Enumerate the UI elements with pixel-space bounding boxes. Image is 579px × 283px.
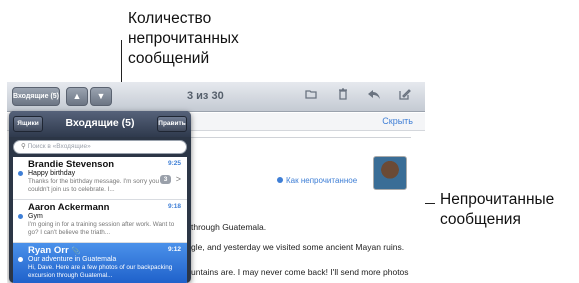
unread-dot-icon: [18, 171, 23, 176]
list-item[interactable]: Brandie Stevenson 9:25 Happy birthday Th…: [13, 157, 187, 200]
message-body-line: untains are. I may never come back! I'll…: [191, 267, 409, 277]
trash-icon[interactable]: [337, 88, 349, 104]
unread-dot-icon: [277, 177, 283, 183]
compose-icon[interactable]: [399, 88, 411, 104]
list-item[interactable]: Aaron Ackermann 9:18 Gym I'm going in fo…: [13, 200, 187, 243]
inbox-popover: Ящики Входящие (5) Править ⚲ Поиск в «Вх…: [9, 111, 191, 283]
sender-name-text: Ryan Orr: [28, 245, 69, 256]
next-message-button[interactable]: ▼: [90, 87, 112, 106]
search-icon: ⚲: [21, 143, 28, 150]
mailboxes-button[interactable]: Ящики: [13, 116, 43, 132]
sender-name: Brandie Stevenson: [28, 159, 115, 170]
chevron-right-icon: >: [175, 174, 181, 184]
mark-unread-link[interactable]: Как непрочитанное: [277, 176, 357, 185]
toolbar: Входящие (5) ▲ ▼ 3 из 30: [7, 82, 425, 112]
popover-title: Входящие (5): [65, 117, 135, 129]
message-subject: Our adventure in Guatemala: [28, 256, 117, 263]
callout-line: Количество: [128, 10, 212, 27]
unread-dot-icon: [18, 214, 23, 219]
sender-name: Ryan Orr 📎: [28, 245, 80, 256]
search-placeholder: Поиск в «Входящие»: [27, 143, 91, 150]
message-list: Brandie Stevenson 9:25 Happy birthday Th…: [13, 157, 187, 283]
message-body-line: gle, and yesterday we visited some ancie…: [191, 242, 405, 252]
message-subject: Gym: [28, 213, 43, 220]
edit-button[interactable]: Править: [157, 116, 187, 132]
folder-move-icon[interactable]: [305, 88, 317, 104]
inbox-button[interactable]: Входящие (5): [12, 87, 60, 106]
ipad-mail-screen: Входящие (5) ▲ ▼ 3 из 30 Скрыть Как непр…: [7, 82, 425, 283]
message-time: 9:25: [167, 160, 181, 167]
message-time: 9:12: [167, 246, 181, 253]
thread-count-badge: 3: [160, 175, 171, 184]
previous-message-button[interactable]: ▲: [66, 87, 88, 106]
callout-line: Непрочитанные: [440, 191, 555, 208]
message-preview: Hi, Dave. Here are a few photos of our b…: [28, 264, 173, 279]
reply-icon[interactable]: [367, 88, 381, 104]
unread-count-callout: Количество непрочитанных сообщений: [128, 9, 239, 69]
sender-avatar: [373, 156, 407, 190]
message-subject: Happy birthday: [28, 170, 76, 177]
message-counter: 3 из 30: [187, 90, 224, 102]
sender-name: Aaron Ackermann: [28, 202, 110, 213]
mark-unread-label: Как непрочитанное: [286, 176, 358, 185]
callout-line: сообщения: [440, 211, 521, 228]
header-divider: [191, 137, 411, 138]
hide-details-link[interactable]: Скрыть: [382, 116, 413, 126]
unread-dot-icon: [18, 257, 23, 262]
message-preview: Thanks for the birthday message. I'm sor…: [28, 178, 160, 193]
search-input[interactable]: ⚲ Поиск в «Входящие»: [13, 140, 187, 154]
message-time: 9:18: [167, 203, 181, 210]
message-body-line: through Guatemala.: [191, 222, 267, 232]
popover-header: Ящики Входящие (5) Править: [9, 111, 191, 137]
attachment-icon: 📎: [71, 248, 81, 255]
unread-messages-callout: Непрочитанные сообщения: [440, 190, 554, 230]
callout-line: сообщений: [128, 50, 210, 67]
callout-line: непрочитанных: [128, 30, 239, 47]
message-preview: I'm going in for a training session afte…: [28, 221, 175, 236]
list-item[interactable]: Ryan Orr 📎 9:12 Our adventure in Guatemal…: [13, 243, 187, 283]
